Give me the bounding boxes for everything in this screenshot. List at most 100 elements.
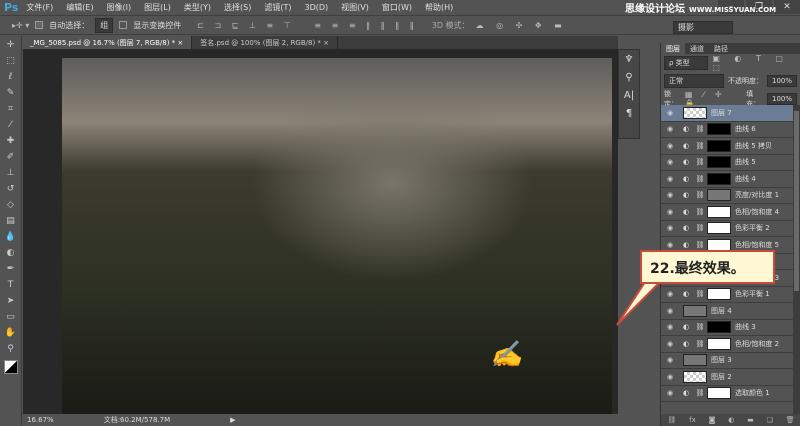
healing-tool-icon[interactable]: ✚ — [3, 135, 19, 148]
workspace-dropdown[interactable]: 摄影 — [673, 21, 733, 34]
eye-icon[interactable]: ◉ — [661, 191, 679, 199]
layer-row[interactable]: ◉ ◐ ⛓ 色彩平衡 2 — [661, 221, 793, 237]
eyedropper-tool-icon[interactable]: ⁄ — [3, 119, 19, 132]
layer-row[interactable]: ◉ 图层 2 — [661, 369, 793, 386]
eye-icon[interactable]: ◉ — [661, 340, 679, 348]
pen-tool-icon[interactable]: ✒ — [3, 263, 19, 276]
menu-item[interactable]: 类型(Y) — [184, 2, 211, 13]
auto-select-dropdown[interactable]: 组 — [95, 17, 114, 33]
document-tab[interactable]: _MG_5085.psd @ 16.7% (图层 7, RGB/8) * × — [22, 36, 193, 49]
filter-icons[interactable]: ▣ ◐ T ▢ ⬚ — [712, 54, 797, 72]
menu-item[interactable]: 文件(F) — [26, 2, 53, 13]
eye-icon[interactable]: ◉ — [661, 373, 679, 381]
menu-item[interactable]: 3D(D) — [304, 3, 328, 12]
path-select-tool-icon[interactable]: ➤ — [3, 295, 19, 308]
layer-row[interactable]: ◉ ◐ ⛓ 曲线 6 — [661, 122, 793, 138]
filter-dropdown[interactable]: ρ 类型 — [664, 56, 709, 70]
show-transform-checkbox[interactable] — [119, 21, 128, 29]
hand-tool-icon[interactable]: ✋ — [3, 327, 19, 340]
eye-icon[interactable]: ◉ — [661, 356, 679, 364]
eye-icon[interactable]: ◉ — [661, 224, 679, 232]
gradient-tool-icon[interactable]: ▤ — [3, 215, 19, 228]
blend-mode-dropdown[interactable]: 正常 — [664, 74, 724, 88]
brush-presets-icon[interactable]: ♆ — [619, 54, 639, 68]
auto-select-checkbox[interactable] — [35, 21, 44, 29]
eye-icon[interactable]: ◉ — [661, 125, 679, 133]
layer-row[interactable]: ◉ ◐ ⛓ 曲线 5 — [661, 155, 793, 171]
lasso-tool-icon[interactable]: ℓ — [3, 71, 19, 84]
eye-icon[interactable]: ◉ — [661, 142, 679, 150]
layers-tab[interactable]: 路径 — [709, 43, 733, 54]
eye-icon[interactable]: ◉ — [661, 175, 679, 183]
layer-row[interactable]: ◉ ◐ ⛓ 亮度/对比度 1 — [661, 188, 793, 204]
layer-row[interactable]: ◉ ◐ ⛓ 色彩平衡 1 — [661, 287, 793, 303]
folder-icon[interactable]: ▬ — [747, 416, 754, 424]
layer-row[interactable]: ◉ ◐ ⛓ 曲线 4 — [661, 171, 793, 188]
layers-tab[interactable]: 通道 — [685, 43, 709, 54]
layer-thumbnail — [707, 238, 731, 251]
menu-item[interactable]: 编辑(E) — [66, 2, 93, 13]
marquee-tool-icon[interactable]: ⬚ — [3, 55, 19, 68]
document-tab[interactable]: 签名.psd @ 100% (图层 2, RGB/8) * × — [192, 36, 339, 49]
fx-icon[interactable]: fx — [689, 416, 696, 424]
doc-size: 文档:60.2M/578.7M — [103, 416, 171, 424]
layers-scrollbar[interactable] — [793, 105, 800, 414]
play-icon[interactable]: ▶ — [230, 416, 235, 424]
move-tool-icon[interactable]: ▸✛ ▾ — [12, 21, 29, 30]
adjustment-layer-icon: ◐ — [682, 125, 690, 134]
blur-tool-icon[interactable]: 💧 — [3, 231, 19, 244]
eye-icon[interactable]: ◉ — [661, 241, 679, 249]
eye-icon[interactable]: ◉ — [661, 389, 679, 397]
color-swatches[interactable] — [3, 360, 18, 374]
menu-item[interactable]: 图像(I) — [107, 2, 132, 13]
layer-thumbnail — [707, 321, 731, 334]
shape-tool-icon[interactable]: ▭ — [3, 311, 19, 324]
new-layer-icon[interactable]: ❏ — [767, 416, 773, 424]
menu-item[interactable]: 帮助(H) — [425, 2, 453, 13]
dodge-tool-icon[interactable]: ◐ — [3, 247, 19, 260]
trash-icon[interactable]: 🗑 — [786, 416, 795, 424]
link-icon: ⛓ — [695, 158, 705, 167]
quick-select-tool-icon[interactable]: ✎ — [3, 87, 19, 100]
layer-row[interactable]: ◉ ◐ ⛓ 色相/饱和度 4 — [661, 204, 793, 221]
crop-tool-icon[interactable]: ⌗ — [3, 103, 19, 116]
history-brush-tool-icon[interactable]: ↺ — [3, 183, 19, 196]
layer-thumbnail — [707, 387, 731, 400]
menu-item[interactable]: 选择(S) — [224, 2, 251, 13]
eye-icon[interactable]: ◉ — [661, 158, 679, 166]
type-tool-icon[interactable]: T — [3, 279, 19, 292]
move-tool-icon[interactable]: ✛ — [3, 39, 19, 52]
character-icon[interactable]: A| — [619, 90, 639, 104]
layer-row[interactable]: ◉ ◐ ⛓ 曲线 5 拷贝 — [661, 138, 793, 155]
link-icon: ⛓ — [695, 323, 705, 332]
align-icons[interactable]: ⊏ ⊐ ⊑ ⊥ ≡ ⊤ ≡ ≡ ≡ ‖ ‖ ‖ ‖ — [197, 21, 417, 30]
opacity-input[interactable]: 100% — [767, 75, 798, 87]
layers-tab[interactable]: 图层 — [661, 43, 685, 54]
layer-row[interactable]: ◉ 图层 7 — [661, 105, 793, 122]
menu-item[interactable]: 图层(L) — [144, 2, 171, 13]
close-button[interactable]: ✕ — [774, 0, 800, 14]
layer-row[interactable]: ◉ ◐ ⛓ 选取颜色 1 — [661, 386, 793, 402]
tool-presets-icon[interactable]: ⚲ — [619, 72, 639, 86]
eye-icon[interactable]: ◉ — [661, 109, 679, 117]
paragraph-icon[interactable]: ¶ — [619, 108, 639, 122]
photo-canvas[interactable] — [62, 58, 612, 414]
link-icon[interactable]: ⛓ — [667, 416, 676, 424]
menu-item[interactable]: 滤镜(T) — [264, 2, 291, 13]
eraser-tool-icon[interactable]: ◇ — [3, 199, 19, 212]
menu-item[interactable]: 视图(V) — [341, 2, 369, 13]
mask-icon[interactable]: ◙ — [709, 416, 716, 424]
layer-row[interactable]: ◉ 图层 4 — [661, 303, 793, 320]
eye-icon[interactable]: ◉ — [661, 208, 679, 216]
layer-row[interactable]: ◉ 图层 3 — [661, 353, 793, 369]
menu-item[interactable]: 窗口(W) — [382, 2, 412, 13]
zoom-tool-icon[interactable]: ⚲ — [3, 343, 19, 356]
stamp-tool-icon[interactable]: ⊥ — [3, 167, 19, 180]
layer-row[interactable]: ◉ ◐ ⛓ 曲线 3 — [661, 320, 793, 336]
adjustment-icon[interactable]: ◐ — [728, 416, 734, 424]
brush-tool-icon[interactable]: ✐ — [3, 151, 19, 164]
layer-row[interactable]: ◉ ◐ ⛓ 色相/饱和度 2 — [661, 336, 793, 353]
zoom-level[interactable]: 16.67% — [27, 416, 54, 424]
3d-mode-icons[interactable]: ☁ ◎ ✣ ✥ ▬ — [476, 21, 567, 30]
fill-input[interactable]: 100% — [766, 93, 797, 105]
